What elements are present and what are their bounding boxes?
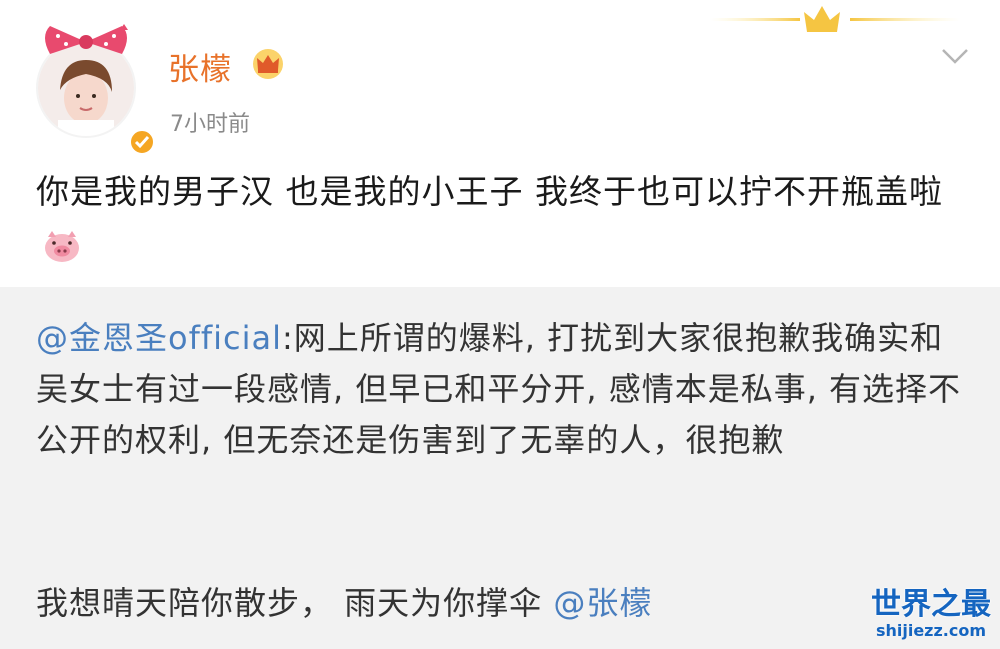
crown-decoration-icon: [710, 6, 960, 32]
mention-link-2[interactable]: @张檬: [553, 584, 652, 622]
post-body: 你是我的男子汉 也是我的小王子 我终于也可以拧不开瓶盖啦: [36, 166, 976, 270]
chevron-down-icon[interactable]: [940, 46, 970, 66]
vip-crown-icon: [253, 49, 283, 79]
username[interactable]: 张檬: [168, 44, 232, 89]
post-text: 你是我的男子汉 也是我的小王子 我终于也可以拧不开瓶盖啦: [36, 172, 943, 211]
bow-icon: [45, 24, 128, 54]
repost-card[interactable]: @金恩圣official:网上所谓的爆料, 打扰到大家很抱歉我确实和吴女士有过一…: [0, 287, 1000, 649]
avatar-container[interactable]: [32, 22, 156, 156]
verified-badge-icon: [128, 128, 156, 156]
mention-link[interactable]: @金恩圣official: [36, 319, 282, 357]
pig-face-icon: [45, 230, 79, 262]
weibo-post: 张檬 7小时前 你是我的男子汉 也是我的小王子 我终于也可以拧不开瓶盖啦: [0, 0, 1000, 287]
repost-text-2: 我想晴天陪你散步， 雨天为你撑伞: [36, 584, 554, 622]
repost-body-2: 我想晴天陪你散步， 雨天为你撑伞 @张檬: [36, 581, 971, 625]
post-timestamp: 7小时前: [170, 112, 250, 137]
watermark-url: shijiezz.com: [875, 621, 987, 640]
repost-body: @金恩圣official:网上所谓的爆料, 打扰到大家很抱歉我确实和吴女士有过一…: [36, 313, 971, 466]
watermark-title: 世界之最: [871, 587, 991, 622]
watermark: 世界之最 shijiezz.com: [866, 588, 996, 640]
